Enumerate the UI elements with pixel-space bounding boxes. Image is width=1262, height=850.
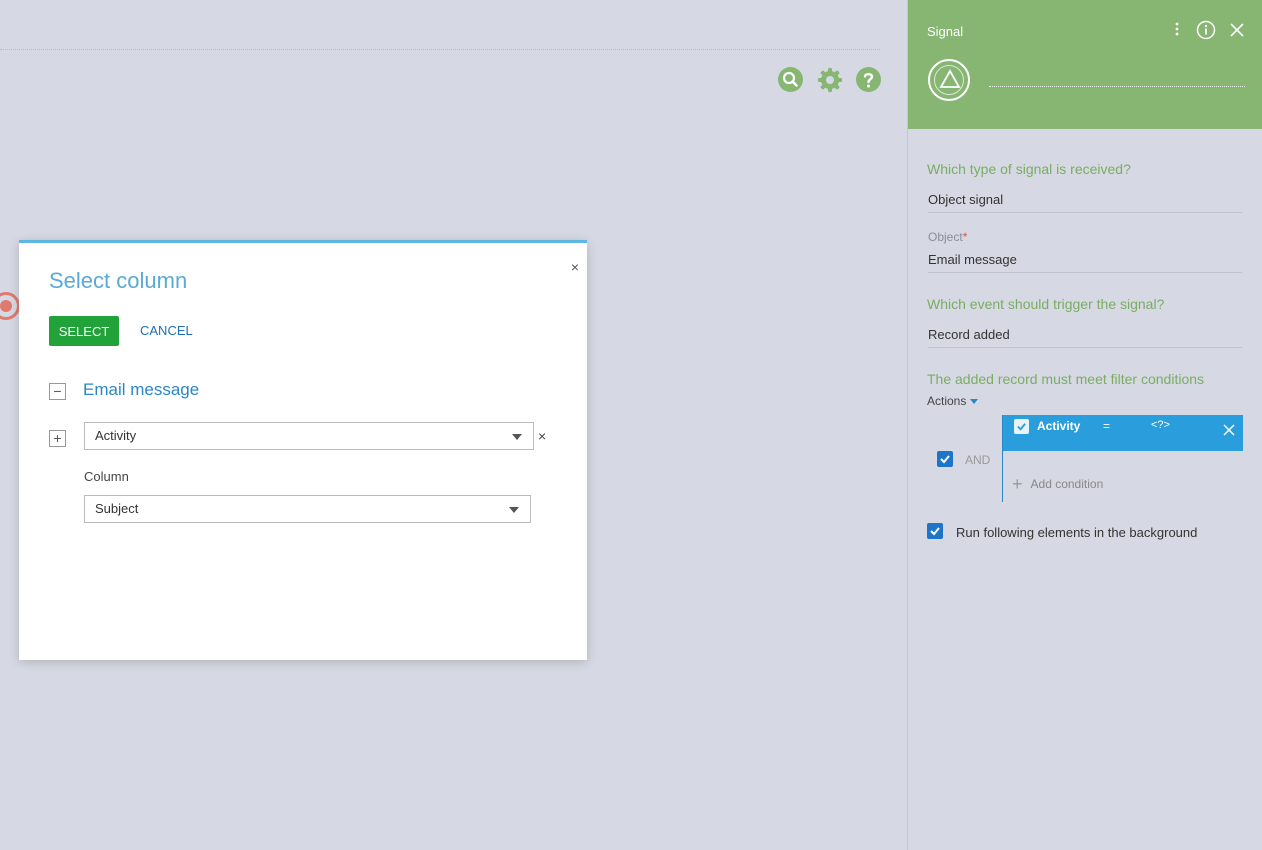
column-select-value: Subject xyxy=(95,501,139,516)
info-icon[interactable] xyxy=(1196,20,1216,45)
panel-header: Signal xyxy=(908,0,1262,129)
signal-triangle-icon xyxy=(928,59,970,101)
actions-menu[interactable]: Actions xyxy=(927,394,979,408)
filter-condition-row[interactable]: Activity = <?> xyxy=(1003,415,1243,451)
add-condition-button[interactable]: + Add condition xyxy=(1012,474,1103,495)
cancel-button[interactable]: CANCEL xyxy=(140,316,193,346)
process-start-node[interactable] xyxy=(0,292,20,320)
run-in-background-label: Run following elements in the background xyxy=(956,525,1198,540)
search-icon[interactable] xyxy=(778,67,803,92)
signal-type-field[interactable]: Object signal xyxy=(928,192,1242,213)
expand-toggle[interactable]: + xyxy=(49,430,66,447)
run-in-background-checkbox[interactable] xyxy=(927,523,943,539)
help-icon[interactable] xyxy=(856,67,881,92)
path-select-value: Activity xyxy=(95,428,137,443)
column-select[interactable]: Subject xyxy=(84,495,531,523)
chevron-down-icon xyxy=(512,434,522,440)
panel-title: Signal xyxy=(927,24,964,39)
close-icon[interactable]: × xyxy=(571,259,579,275)
signal-properties-panel: Signal Which type of signal is received?… xyxy=(907,0,1262,850)
plus-icon: + xyxy=(1012,474,1023,494)
condition-operator[interactable]: = xyxy=(1103,419,1110,433)
root-object-label: Email message xyxy=(83,380,200,399)
chevron-down-icon xyxy=(970,399,979,405)
select-button[interactable]: SELECT xyxy=(49,316,119,346)
path-select[interactable]: Activity xyxy=(84,422,534,450)
filter-question: The added record must meet filter condit… xyxy=(927,371,1205,387)
actions-label: Actions xyxy=(927,394,967,408)
dialog-title: Select column xyxy=(49,268,188,293)
group-operator[interactable]: AND xyxy=(965,453,990,467)
close-icon[interactable] xyxy=(1230,23,1244,42)
object-field[interactable]: Email message xyxy=(928,252,1242,273)
object-caption-text: Object xyxy=(928,230,963,244)
canvas-divider xyxy=(0,49,880,50)
condition-checkbox[interactable] xyxy=(1014,419,1029,434)
required-mark: * xyxy=(962,230,968,244)
column-caption: Column xyxy=(84,469,129,484)
select-column-dialog: × Select column SELECT CANCEL − Email me… xyxy=(19,240,587,660)
add-condition-label: Add condition xyxy=(1030,477,1104,491)
remove-condition-icon[interactable] xyxy=(1223,423,1235,441)
event-question: Which event should trigger the signal? xyxy=(927,296,1165,312)
object-caption: Object* xyxy=(928,230,967,244)
signal-type-question: Which type of signal is received? xyxy=(927,161,1131,177)
gear-icon[interactable] xyxy=(817,67,842,92)
event-field[interactable]: Record added xyxy=(928,327,1242,348)
group-checkbox[interactable] xyxy=(937,451,953,467)
condition-value[interactable]: <?> xyxy=(1151,419,1170,431)
chevron-down-icon xyxy=(509,507,519,513)
collapse-toggle[interactable]: − xyxy=(49,383,66,400)
condition-column[interactable]: Activity xyxy=(1037,419,1080,433)
more-menu-icon[interactable] xyxy=(1174,20,1180,43)
element-name-input[interactable] xyxy=(989,86,1245,87)
clear-path-icon[interactable]: × xyxy=(538,428,546,444)
